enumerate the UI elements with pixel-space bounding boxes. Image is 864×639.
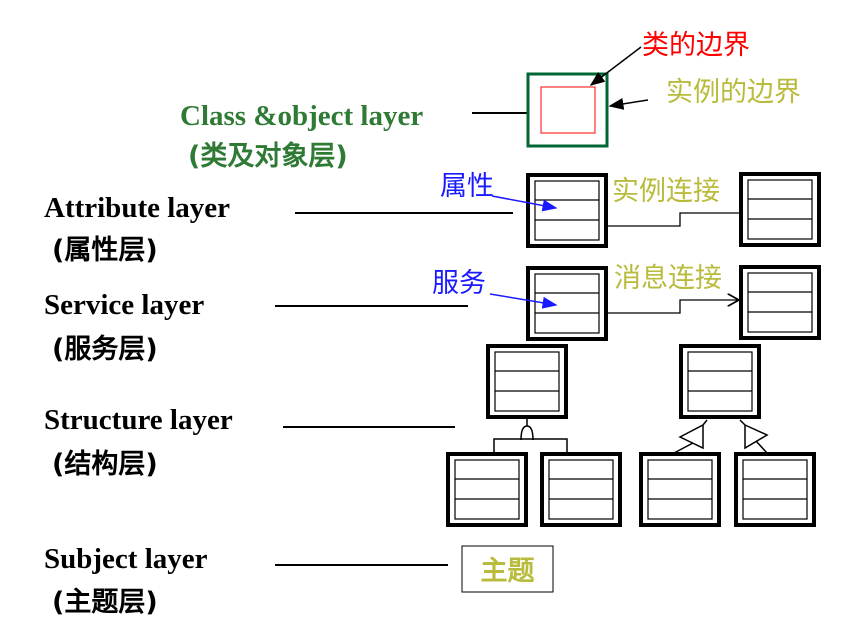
whole-part-structure [493,419,568,455]
instance-boundary-label: 实例的边界 [666,77,801,108]
class-symbol [739,172,821,247]
class-symbol [679,344,761,419]
structure-layer-label: Structure layer [44,404,233,436]
class-symbol [734,452,816,527]
instance-boundary-arrow [608,97,649,110]
attribute-layer-label: Attribute layer [44,192,230,224]
attribute-annotation: 属性 [440,171,494,202]
class-symbol [486,344,568,419]
service-annotation: 服务 [432,268,486,299]
structure-layer-cn-label: (结构层) [52,449,158,480]
service-layer-cn-label: (服务层) [52,334,158,365]
class-boundary-box [540,86,596,134]
subject-layer-cn-label: (主题层) [52,587,158,618]
class-symbol [540,452,622,527]
service-layer-label: Service layer [44,289,204,321]
class-boundary-label: 类的边界 [642,30,750,61]
class-symbol [739,265,821,340]
subject-layer-label: Subject layer [44,543,208,575]
instance-connection-line [607,212,740,227]
ooa-layers-diagram: Class &object layer (类及对象层) Attribute la… [44,30,821,618]
service-arrow [489,293,558,309]
gen-spec-structure [673,419,769,454]
class-symbol [446,452,528,527]
class-symbol [526,266,608,341]
message-connection-line [607,300,739,314]
attribute-arrow [491,195,558,212]
class-symbol [639,452,721,527]
class-symbol [526,173,608,248]
instance-connection-label: 实例连接 [612,176,720,207]
attribute-layer-cn-label: (属性层) [52,235,158,266]
class-boundary-arrow [589,46,642,86]
class-object-layer-cn-label: (类及对象层) [188,140,348,172]
message-connection-label: 消息连接 [614,263,722,294]
subject-label: 主题 [481,556,535,587]
class-object-layer-label: Class &object layer [180,100,423,132]
